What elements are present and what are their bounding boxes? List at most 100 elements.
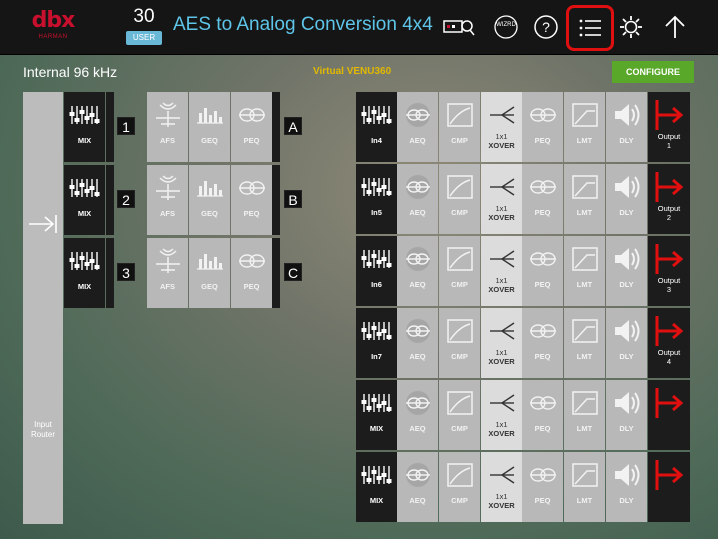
dly-block-row-6[interactable]: DLY	[606, 452, 647, 522]
xover-icon	[484, 386, 520, 420]
settings-icon[interactable]	[614, 10, 648, 44]
lmt-block-row-1[interactable]: LMT	[564, 92, 605, 162]
output-block-row-2[interactable]: Output 2	[648, 164, 690, 234]
cmp-block-row-5[interactable]: CMP	[439, 380, 480, 450]
aeq-block-row-2[interactable]: AEQ	[397, 164, 438, 234]
output-block-row-5[interactable]	[648, 380, 690, 450]
block-label: CMP	[451, 424, 468, 433]
afs-block-bus-3[interactable]: AFS	[147, 238, 188, 308]
dly-block-row-4[interactable]: DLY	[606, 308, 647, 378]
block-sub-label: 1x1	[495, 492, 508, 501]
cmp-block-row-2[interactable]: CMP	[439, 164, 480, 234]
block-label: GEQ	[201, 209, 218, 218]
input-block-row-4[interactable]: In7	[356, 308, 397, 378]
xover-block-row-4[interactable]: 1x1 XOVER	[481, 308, 522, 378]
signal-separator	[106, 92, 114, 162]
block-label: Output 1	[657, 132, 681, 150]
output-block-row-4[interactable]: Output 4	[648, 308, 690, 378]
block-label: PEQ	[243, 282, 260, 291]
block-label: GEQ	[201, 282, 218, 291]
mixer-icon	[359, 170, 395, 204]
block-label: AFS	[160, 136, 175, 145]
peq-block-bus-2[interactable]: PEQ	[231, 165, 272, 235]
aeq-block-row-3[interactable]: AEQ	[397, 236, 438, 306]
wizard-icon[interactable]: WIZRD	[489, 10, 523, 44]
mix-block-2[interactable]: MIX	[64, 165, 105, 235]
block-label: MIX	[369, 424, 384, 433]
bus-number-1: 1	[117, 117, 135, 135]
peq-block-row-1[interactable]: PEQ	[522, 92, 563, 162]
cmp-block-row-6[interactable]: CMP	[439, 452, 480, 522]
top-bar: dbx HARMAN 30 USER AES to Analog Convers…	[0, 0, 718, 55]
cmp-block-row-1[interactable]: CMP	[439, 92, 480, 162]
home-up-icon[interactable]	[658, 10, 692, 44]
mix-block-1[interactable]: MIX	[64, 92, 105, 162]
mixer-icon	[67, 171, 103, 205]
lmt-block-row-5[interactable]: LMT	[564, 380, 605, 450]
xover-block-row-3[interactable]: 1x1 XOVER	[481, 236, 522, 306]
output-arrow-icon	[651, 386, 687, 420]
aeq-block-row-5[interactable]: AEQ	[397, 380, 438, 450]
output-block-row-6[interactable]	[648, 452, 690, 522]
peq-block-bus-3[interactable]: PEQ	[231, 238, 272, 308]
peq-block-row-6[interactable]: PEQ	[522, 452, 563, 522]
peq-block-bus-1[interactable]: PEQ	[231, 92, 272, 162]
input-block-row-5[interactable]: MIX	[356, 380, 397, 450]
list-menu-icon[interactable]	[566, 5, 614, 51]
lmt-icon	[567, 458, 603, 492]
afs-block-bus-1[interactable]: AFS	[147, 92, 188, 162]
bus-letter-c: C	[284, 263, 302, 281]
xover-block-row-2[interactable]: 1x1 XOVER	[481, 164, 522, 234]
output-block-row-1[interactable]: Output 1	[648, 92, 690, 162]
dly-icon	[609, 458, 645, 492]
lmt-block-row-3[interactable]: LMT	[564, 236, 605, 306]
aeq-icon	[400, 386, 436, 420]
mix-block-3[interactable]: MIX	[64, 238, 105, 308]
input-block-row-3[interactable]: In6	[356, 236, 397, 306]
block-label: In5	[371, 208, 382, 217]
peq-icon	[525, 386, 561, 420]
xover-block-row-6[interactable]: 1x1 XOVER	[481, 452, 522, 522]
peq-icon	[525, 314, 561, 348]
cmp-block-row-3[interactable]: CMP	[439, 236, 480, 306]
cmp-block-row-4[interactable]: CMP	[439, 308, 480, 378]
help-icon[interactable]: ?	[529, 10, 563, 44]
aeq-block-row-4[interactable]: AEQ	[397, 308, 438, 378]
peq-block-row-2[interactable]: PEQ	[522, 164, 563, 234]
lmt-block-row-6[interactable]: LMT	[564, 452, 605, 522]
geq-block-bus-3[interactable]: GEQ	[189, 238, 230, 308]
keyboard-search-icon[interactable]	[442, 10, 476, 44]
peq-block-row-5[interactable]: PEQ	[522, 380, 563, 450]
geq-block-bus-1[interactable]: GEQ	[189, 92, 230, 162]
block-label: CMP	[451, 352, 468, 361]
dly-block-row-1[interactable]: DLY	[606, 92, 647, 162]
peq-block-row-3[interactable]: PEQ	[522, 236, 563, 306]
input-router[interactable]: Input Router	[23, 92, 63, 524]
block-sub-label: 1x1	[495, 420, 508, 429]
geq-block-bus-2[interactable]: GEQ	[189, 165, 230, 235]
peq-block-row-4[interactable]: PEQ	[522, 308, 563, 378]
preset-number[interactable]: 30	[124, 6, 164, 28]
lmt-block-row-4[interactable]: LMT	[564, 308, 605, 378]
aeq-block-row-1[interactable]: AEQ	[397, 92, 438, 162]
preset-title[interactable]: AES to Analog Conversion 4x4	[173, 14, 433, 36]
dly-block-row-3[interactable]: DLY	[606, 236, 647, 306]
input-block-row-1[interactable]: In4	[356, 92, 397, 162]
signal-separator	[106, 238, 114, 308]
xover-block-row-1[interactable]: 1x1 XOVER	[481, 92, 522, 162]
configure-button[interactable]: CONFIGURE	[612, 61, 694, 83]
aeq-block-row-6[interactable]: AEQ	[397, 452, 438, 522]
block-label: In4	[371, 136, 382, 145]
block-label: LMT	[576, 136, 593, 145]
input-block-row-6[interactable]: MIX	[356, 452, 397, 522]
xover-block-row-5[interactable]: 1x1 XOVER	[481, 380, 522, 450]
block-label: MIX	[77, 209, 92, 218]
lmt-block-row-2[interactable]: LMT	[564, 164, 605, 234]
dly-block-row-2[interactable]: DLY	[606, 164, 647, 234]
dly-block-row-5[interactable]: DLY	[606, 380, 647, 450]
output-block-row-3[interactable]: Output 3	[648, 236, 690, 306]
input-block-row-2[interactable]: In5	[356, 164, 397, 234]
block-label: AFS	[160, 282, 175, 291]
afs-block-bus-2[interactable]: AFS	[147, 165, 188, 235]
lmt-icon	[567, 314, 603, 348]
